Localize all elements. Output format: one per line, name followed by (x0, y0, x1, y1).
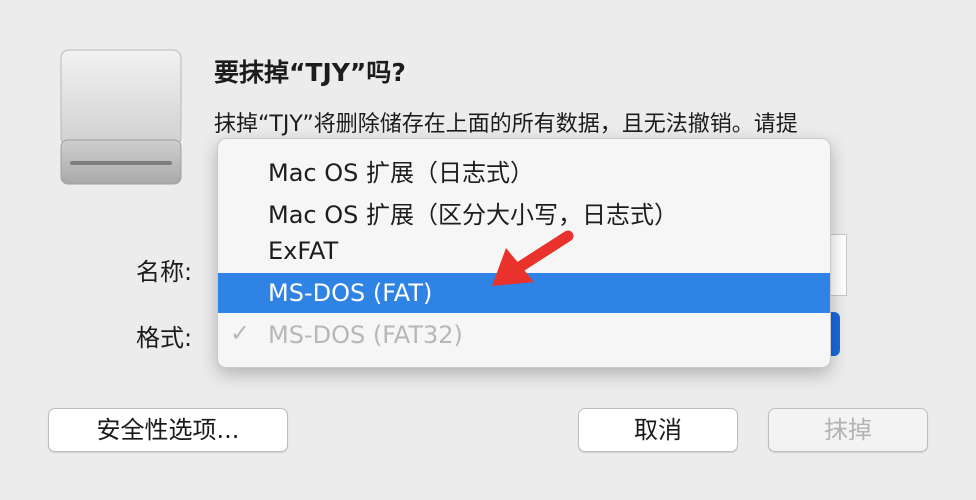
name-field[interactable] (830, 234, 847, 296)
hard-disk-icon (60, 49, 182, 185)
format-label: 格式: (136, 324, 193, 352)
security-options-button[interactable]: 安全性选项... (48, 408, 288, 452)
menu-item-label: Mac OS 扩展（区分大小写，日志式） (268, 201, 678, 229)
menu-item-mac-os-extended-journaled[interactable]: Mac OS 扩展（日志式） (218, 147, 830, 187)
menu-item-ms-dos-fat32[interactable]: ✓ MS-DOS (FAT32) (218, 315, 830, 355)
menu-item-label: MS-DOS (FAT32) (268, 321, 463, 349)
erase-button[interactable]: 抹掉 (768, 408, 928, 452)
cancel-button[interactable]: 取消 (578, 408, 738, 452)
menu-item-label: ExFAT (268, 237, 339, 265)
dialog-title: 要抹掉“TJY”吗? (214, 58, 406, 87)
dialog-message: 抹掉“TJY”将删除储存在上面的所有数据，且无法撤销。请提 (214, 112, 798, 137)
menu-item-label: Mac OS 扩展（日志式） (268, 159, 534, 187)
name-label: 名称: (136, 258, 193, 286)
menu-item-label: MS-DOS (FAT) (268, 279, 433, 307)
red-arrow-icon (492, 230, 574, 286)
erase-dialog: 要抹掉“TJY”吗? 抹掉“TJY”将删除储存在上面的所有数据，且无法撤销。请提… (0, 0, 976, 500)
checkmark-icon: ✓ (230, 319, 251, 347)
